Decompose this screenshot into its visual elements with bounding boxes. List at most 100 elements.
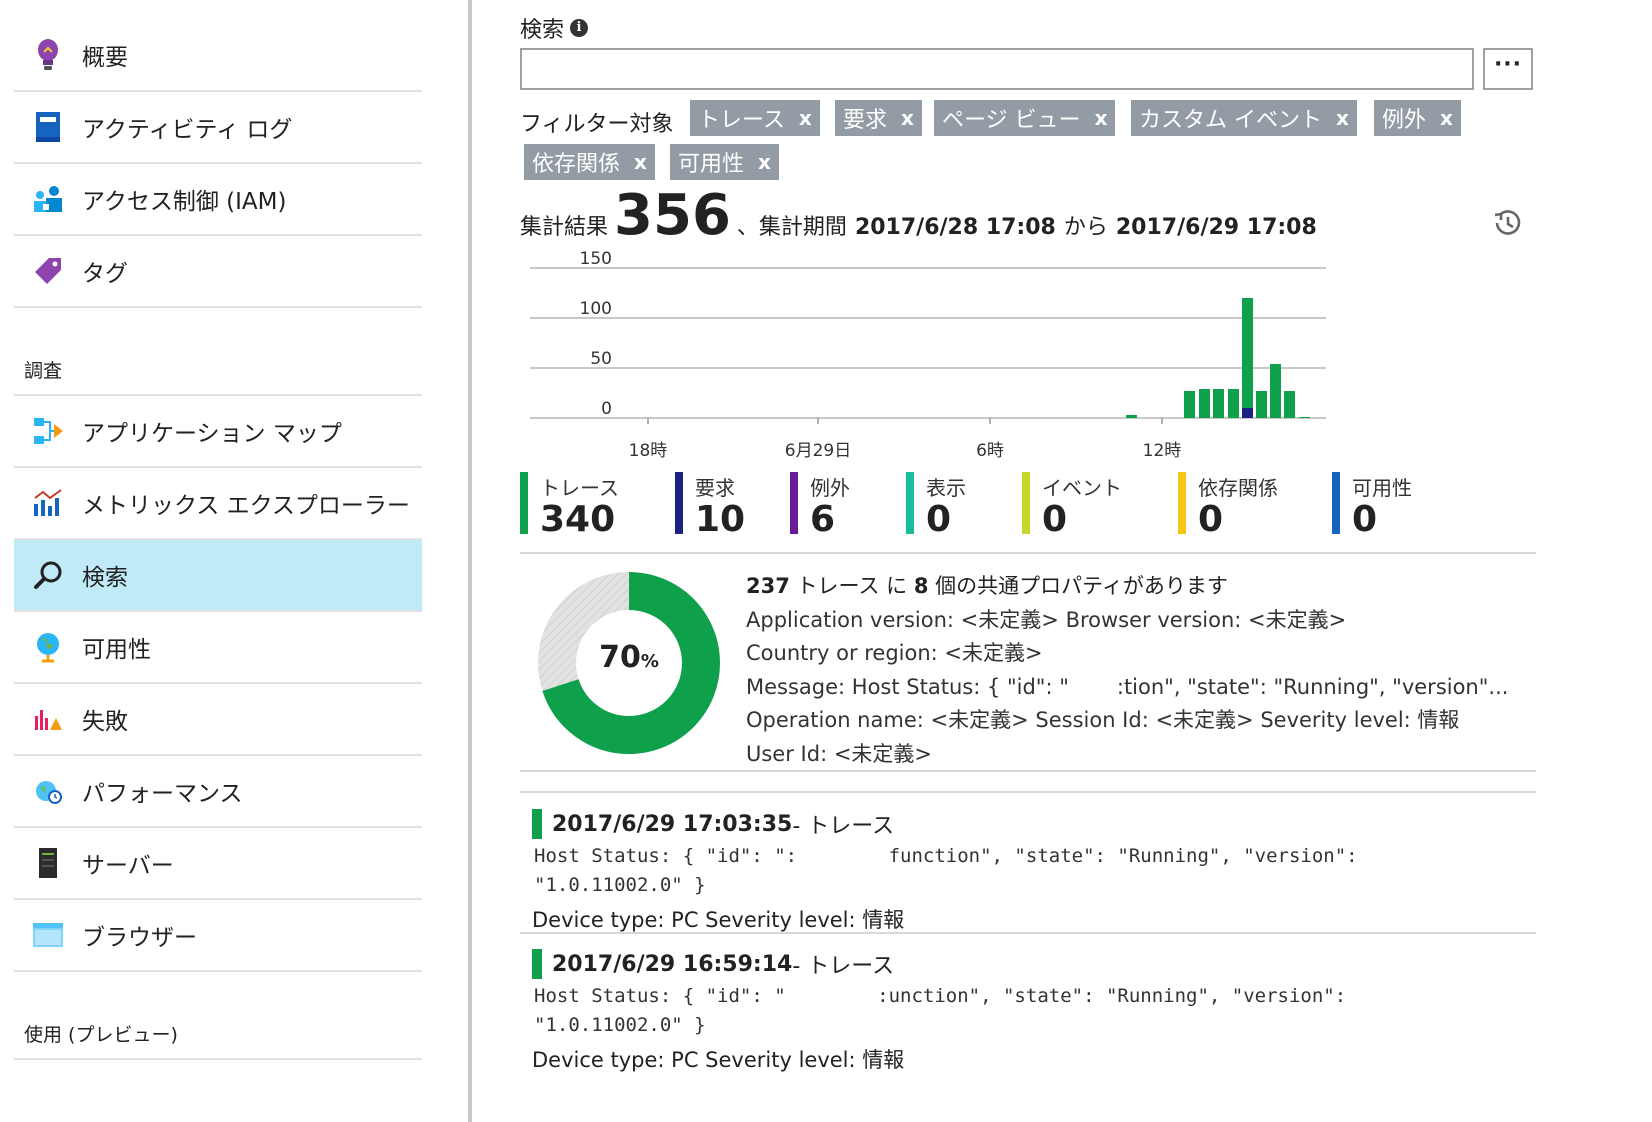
y-tick-label: 0 [601,399,612,419]
property-message-tail[interactable]: :tion", "state": "Running", "version"... [1117,675,1509,699]
count-exceptions[interactable]: 例外 6 [790,472,850,539]
nav-tags[interactable]: タグ [14,236,422,308]
filter-chip-exceptions[interactable]: 例外 x [1374,100,1461,136]
tag-icon [30,253,66,289]
property-row: Country or region: <未定義> [746,637,1536,671]
nav-search[interactable]: 検索 [14,540,422,612]
filter-label: フィルター対象 [520,112,674,137]
common-properties-heading: 237 トレース に 8 個の共通プロパティがあります [746,570,1536,604]
nav-metrics-explorer[interactable]: メトリックス エクスプローラー [14,468,422,540]
result-timestamp: 2017/6/29 16:59:14 [552,951,793,977]
count-value: 0 [1042,499,1068,540]
common-count: 237 [746,574,790,598]
section-usage: 使用 (プレビュー) [24,1024,178,1046]
remove-chip-icon[interactable]: x [1440,106,1453,130]
nav-browser[interactable]: ブラウザー [14,900,422,972]
search-label-text: 検索 [520,18,565,43]
result-message: Host Status: { "id": " :unction", "state… [534,982,1532,1040]
count-page-views[interactable]: 表示 0 [906,472,966,539]
filter-chip-custom-events[interactable]: カスタム イベント x [1131,100,1357,136]
result-meta: Device type: PC Severity level: 情報 [532,1044,1532,1074]
nav-availability[interactable]: 可用性 [14,612,422,684]
section-investigate: 調査 [24,360,63,382]
remove-chip-icon[interactable]: x [1336,106,1349,130]
count-label: トレース [540,476,619,500]
nav-overview[interactable]: 概要 [14,20,422,92]
property-row: Application version: <未定義> Browser versi… [746,604,1536,638]
count-value: 0 [1352,499,1378,540]
chip-label: 可用性 [678,152,745,177]
nav-servers[interactable]: サーバー [14,828,422,900]
property-row: Operation name: <未定義> Session Id: <未定義> … [746,704,1536,738]
browser-icon [30,917,66,953]
count-dependencies[interactable]: 依存関係 0 [1178,472,1278,539]
count-color-bar [790,472,798,534]
chip-label: カスタム イベント [1139,108,1322,133]
percent-unit: % [640,651,659,672]
filter-chip-requests[interactable]: 要求 x [835,100,922,136]
nav-performance[interactable]: パフォーマンス [14,756,422,828]
property-session-id[interactable]: Session Id: <未定義> [1035,708,1253,732]
history-icon[interactable] [1490,206,1524,240]
result-severity: Severity level: 情報 [705,1048,905,1072]
nav-label: アクセス制御 (IAM) [82,189,287,215]
search-blade: 検索 i ··· フィルター対象 トレース x 要求 x ページ ビュー x カスタム… [472,0,1652,1122]
property-browser-version[interactable]: Browser version: <未定義> [1066,608,1347,632]
search-result-item[interactable]: 2017/6/29 16:59:14 - トレース Host Status: {… [532,948,1532,1074]
property-country-region[interactable]: Country or region: <未定義> [746,641,1043,665]
x-tick-label: 12時 [1143,441,1182,461]
result-summary: 集計結果 356 、集計期間 2017/6/28 17:08 から 2017/6… [520,186,1317,246]
count-color-bar [1332,472,1340,534]
timeline-chart-svg: 150 100 50 0 18時 6月29日 6時 12時 [530,249,1326,461]
remove-chip-icon[interactable]: x [758,150,771,174]
nav-application-map[interactable]: アプリケーション マップ [14,396,422,468]
property-message[interactable]: Message: Host Status: { "id": " [746,675,1069,699]
total-count: 356 [614,183,731,248]
period-from: 2017/6/28 17:08 [854,215,1056,240]
result-message-line: "1.0.11002.0" } [534,1014,706,1036]
count-label: 可用性 [1352,476,1412,500]
remove-chip-icon[interactable]: x [1095,106,1108,130]
nav-activity-log[interactable]: アクティビティ ログ [14,92,422,164]
section-divider [520,770,1536,772]
property-application-version[interactable]: Application version: <未定義> [746,608,1059,632]
result-message-line: Host Status: { "id": ": function", "stat… [534,845,1358,867]
search-input[interactable] [520,48,1474,90]
filter-chip-availability[interactable]: 可用性 x [670,144,779,180]
globe-icon [30,629,66,665]
remove-chip-icon[interactable]: x [901,106,914,130]
count-availability[interactable]: 可用性 0 [1332,472,1412,539]
count-events[interactable]: イベント 0 [1022,472,1122,539]
nav-iam[interactable]: アクセス制御 (IAM) [14,164,422,236]
iam-users-icon [30,181,66,217]
search-result-item[interactable]: 2017/6/29 17:03:35 - トレース Host Status: {… [532,808,1532,934]
count-requests[interactable]: 要求 10 [675,472,745,539]
section-divider [520,552,1536,554]
bar-traces [1228,389,1239,418]
common-mid: に [886,574,908,598]
property-operation-name[interactable]: Operation name: <未定義> [746,708,1029,732]
filter-chip-page-views[interactable]: ページ ビュー x [934,100,1116,136]
result-timestamp: 2017/6/29 17:03:35 [552,811,793,837]
nav-failures[interactable]: 失敗 [14,684,422,756]
property-user-id[interactable]: User Id: <未定義> [746,742,932,766]
filter-chip-traces[interactable]: トレース x [690,100,820,136]
nav-label: アクティビティ ログ [82,117,293,143]
result-meta: Device type: PC Severity level: 情報 [532,904,1532,934]
bar-traces [1270,364,1281,418]
remove-chip-icon[interactable]: x [799,106,812,130]
more-options-button[interactable]: ··· [1483,48,1533,90]
y-tick-label: 50 [590,349,612,369]
section-divider [520,791,1536,793]
filter-chip-dependencies[interactable]: 依存関係 x [524,144,655,180]
timeline-chart[interactable]: 150 100 50 0 18時 6月29日 6時 12時 [520,249,1340,470]
remove-chip-icon[interactable]: x [634,150,647,174]
info-icon[interactable]: i [570,19,589,37]
count-value: 0 [1198,499,1224,540]
failures-icon [30,701,66,737]
property-severity-level[interactable]: Severity level: 情報 [1260,708,1459,732]
count-traces[interactable]: トレース 340 [520,472,619,539]
chip-label: ページ ビュー [942,108,1081,133]
percent-value: 70 [599,640,641,675]
bar-traces [1213,389,1224,418]
